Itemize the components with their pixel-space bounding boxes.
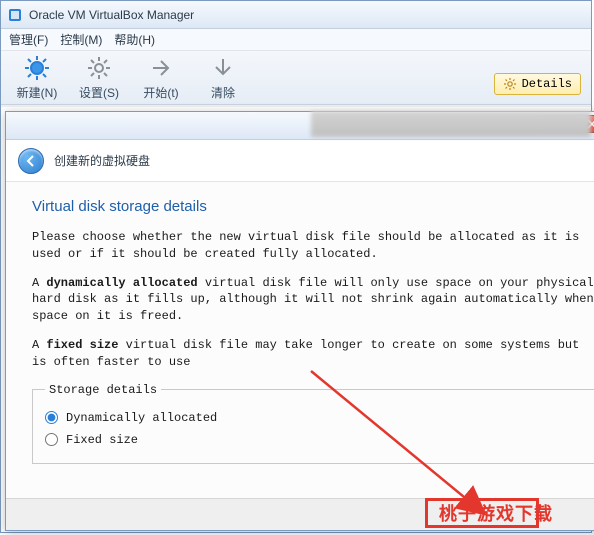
toolbar-new[interactable]: 新建(N)	[9, 54, 65, 101]
gear-icon	[503, 77, 517, 91]
watermark-text: 桃子游戏下载	[439, 500, 553, 526]
radio-fixed[interactable]: Fixed size	[45, 429, 587, 451]
toolbar-start-label: 开始(t)	[143, 84, 178, 101]
radio-fixed-input[interactable]	[45, 433, 58, 446]
radio-dynamic-input[interactable]	[45, 411, 58, 424]
paragraph-dynamic: A dynamically allocated virtual disk fil…	[32, 275, 594, 325]
paragraph-intro: Please choose whether the new virtual di…	[32, 229, 594, 263]
storage-details-fieldset: Storage details Dynamically allocated Fi…	[32, 383, 594, 464]
toolbar-settings[interactable]: 设置(S)	[71, 54, 127, 101]
menu-help[interactable]: 帮助(H)	[114, 31, 155, 48]
details-button[interactable]: Details	[494, 73, 581, 95]
menu-control[interactable]: 控制(M)	[60, 31, 102, 48]
page-title: Virtual disk storage details	[32, 198, 594, 215]
toolbar-new-label: 新建(N)	[17, 84, 58, 101]
menu-manage[interactable]: 管理(F)	[9, 31, 48, 48]
dialog-content: Virtual disk storage details Please choo…	[6, 182, 594, 512]
arrow-right-icon	[147, 54, 175, 82]
paragraph-fixed: A fixed size virtual disk file may take …	[32, 337, 594, 371]
toolbar-discard[interactable]: 清除	[195, 54, 251, 101]
menubar: 管理(F) 控制(M) 帮助(H)	[1, 29, 591, 51]
create-disk-dialog: ? 创建新的虚拟硬盘 Virtual disk storage details …	[5, 111, 594, 531]
toolbar-discard-label: 清除	[211, 84, 235, 101]
arrow-down-icon	[209, 54, 237, 82]
main-titlebar: Oracle VM VirtualBox Manager	[1, 1, 591, 29]
storage-details-legend: Storage details	[45, 383, 161, 397]
virtualbox-icon	[7, 7, 23, 23]
main-window: Oracle VM VirtualBox Manager 管理(F) 控制(M)…	[0, 0, 592, 533]
toolbar: 新建(N) 设置(S) 开始(t) 清除 Details	[1, 51, 591, 105]
gear-icon	[85, 54, 113, 82]
radio-dynamic[interactable]: Dynamically allocated	[45, 407, 587, 429]
sun-icon	[23, 54, 51, 82]
dialog-breadcrumb: 创建新的虚拟硬盘	[54, 152, 150, 169]
toolbar-start[interactable]: 开始(t)	[133, 54, 189, 101]
details-button-label: Details	[522, 77, 572, 91]
toolbar-settings-label: 设置(S)	[79, 84, 119, 101]
radio-fixed-label: Fixed size	[66, 433, 138, 447]
main-window-title: Oracle VM VirtualBox Manager	[29, 8, 194, 22]
blurred-region	[311, 111, 591, 137]
radio-dynamic-label: Dynamically allocated	[66, 411, 217, 425]
dialog-header: 创建新的虚拟硬盘	[6, 140, 594, 182]
back-button[interactable]	[18, 148, 44, 174]
